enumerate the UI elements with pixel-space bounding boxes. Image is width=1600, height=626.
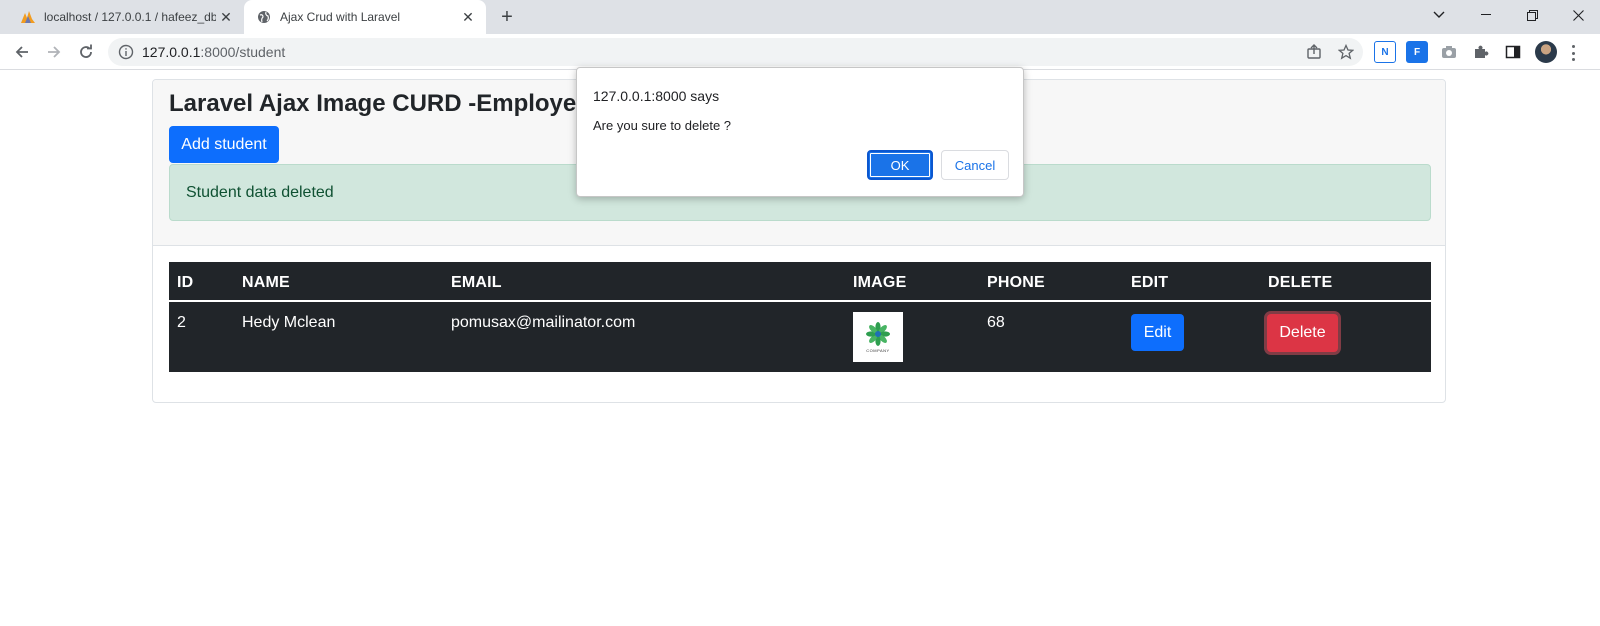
tab-strip: localhost / 127.0.0.1 / hafeez_db | ✕ Aj…	[0, 0, 1600, 34]
edit-button[interactable]: Edit	[1131, 314, 1184, 351]
extension-n-icon[interactable]: N	[1374, 41, 1396, 63]
tab-search-chevron-icon[interactable]	[1419, 0, 1459, 30]
header-phone: PHONE	[987, 274, 1045, 291]
delete-button[interactable]: Delete	[1267, 314, 1338, 352]
new-tab-plus-icon[interactable]: +	[497, 6, 517, 28]
url-host: 127.0.0.1	[142, 44, 201, 60]
tab-phpmyadmin[interactable]: localhost / 127.0.0.1 / hafeez_db | ✕	[8, 0, 244, 34]
url-path: :8000/student	[200, 44, 286, 60]
students-table: ID NAME EMAIL IMAGE PHONE EDIT DELETE 2 …	[169, 262, 1431, 372]
cell-phone: 68	[987, 314, 1005, 331]
header-delete: DELETE	[1268, 274, 1333, 291]
confirm-dialog: 127.0.0.1:8000 says Are you sure to dele…	[576, 67, 1024, 197]
header-name: NAME	[242, 274, 290, 291]
cell-email: pomusax@mailinator.com	[451, 314, 636, 331]
side-panel-icon[interactable]	[1502, 41, 1524, 63]
close-icon[interactable]: ✕	[216, 7, 236, 27]
header-id: ID	[177, 274, 194, 291]
dialog-message: Are you sure to delete ?	[593, 118, 732, 133]
ok-button[interactable]: OK	[867, 150, 933, 180]
minimize-icon[interactable]	[1466, 0, 1506, 30]
cell-name: Hedy Mclean	[242, 314, 336, 331]
close-icon[interactable]: ✕	[458, 7, 478, 27]
extension-f-icon[interactable]: F	[1406, 41, 1428, 63]
browser-menu-icon[interactable]	[1567, 43, 1579, 63]
browser-toolbar: 127.0.0.1:8000/student N F	[0, 34, 1600, 70]
profile-avatar[interactable]	[1535, 41, 1557, 63]
address-bar[interactable]: 127.0.0.1:8000/student	[108, 38, 1363, 66]
add-student-button[interactable]: Add student	[169, 126, 279, 163]
url-text: 127.0.0.1:8000/student	[142, 44, 285, 60]
table-header: ID NAME EMAIL IMAGE PHONE EDIT DELETE	[169, 262, 1431, 302]
window-close-icon[interactable]	[1558, 0, 1598, 30]
tab-title: localhost / 127.0.0.1 / hafeez_db |	[44, 10, 216, 24]
student-image: COMPANY	[853, 312, 903, 362]
extensions-puzzle-icon[interactable]	[1470, 41, 1492, 63]
phpmyadmin-icon	[20, 9, 36, 25]
company-logo-icon	[866, 322, 890, 346]
back-arrow-icon[interactable]	[8, 38, 36, 66]
tab-ajax-crud[interactable]: Ajax Crud with Laravel ✕	[244, 0, 486, 34]
alert-text: Student data deleted	[186, 183, 334, 201]
globe-icon	[256, 9, 272, 25]
bookmark-star-icon[interactable]	[1334, 40, 1358, 64]
camera-icon[interactable]	[1438, 41, 1460, 63]
share-icon[interactable]	[1302, 40, 1326, 64]
header-edit: EDIT	[1131, 274, 1169, 291]
page-title: Laravel Ajax Image CURD -Employee	[169, 90, 590, 117]
restore-icon[interactable]	[1512, 0, 1552, 30]
cell-id: 2	[177, 314, 186, 331]
reload-icon[interactable]	[72, 38, 100, 66]
dialog-title: 127.0.0.1:8000 says	[593, 88, 720, 104]
header-image: IMAGE	[853, 274, 907, 291]
forward-arrow-icon[interactable]	[40, 38, 68, 66]
tab-title: Ajax Crud with Laravel	[280, 10, 401, 24]
info-icon[interactable]	[118, 44, 134, 60]
header-email: EMAIL	[451, 274, 502, 291]
image-caption: COMPANY	[866, 348, 890, 353]
cancel-button[interactable]: Cancel	[941, 150, 1009, 180]
